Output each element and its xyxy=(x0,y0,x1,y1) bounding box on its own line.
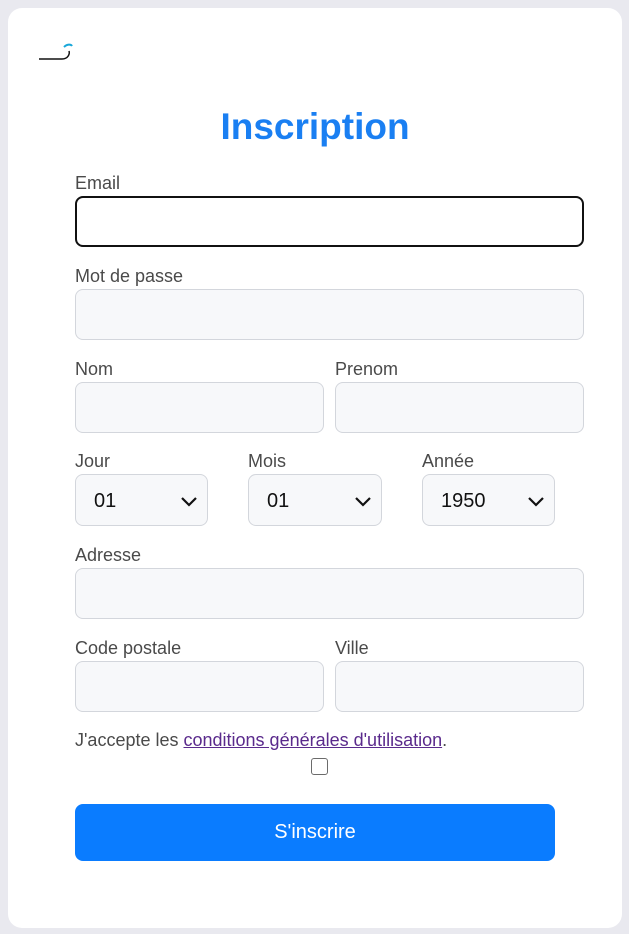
nom-label: Nom xyxy=(75,359,114,379)
adresse-label: Adresse xyxy=(75,545,142,565)
prenom-field[interactable] xyxy=(335,382,584,433)
annee-label: Année xyxy=(422,451,475,471)
nom-field[interactable] xyxy=(75,382,324,433)
terms-prefix: J'accepte les xyxy=(75,730,184,750)
code-postal-label: Code postale xyxy=(75,638,182,658)
terms-text: J'accepte les conditions générales d'uti… xyxy=(75,730,447,751)
annee-value: 1950 xyxy=(441,490,486,512)
terms-suffix: . xyxy=(442,730,448,750)
code-postal-field[interactable] xyxy=(75,661,324,712)
jour-value: 01 xyxy=(94,490,117,512)
adresse-field[interactable] xyxy=(75,568,584,619)
terms-link[interactable]: conditions générales d'utilisation xyxy=(184,730,443,750)
annee-select[interactable]: 1950 xyxy=(422,474,555,526)
ville-label: Ville xyxy=(335,638,369,658)
email-field[interactable] xyxy=(75,196,584,247)
chevron-down-icon xyxy=(355,497,371,507)
ville-field[interactable] xyxy=(335,661,584,712)
jour-label: Jour xyxy=(75,451,111,471)
email-label: Email xyxy=(75,173,121,193)
swoosh-logo-icon xyxy=(39,43,73,60)
password-field[interactable] xyxy=(75,289,584,340)
mois-label: Mois xyxy=(248,451,287,471)
signup-card: Inscription Email Mot de passe Nom Preno… xyxy=(8,8,622,928)
jour-select[interactable]: 01 xyxy=(75,474,208,526)
terms-checkbox[interactable] xyxy=(311,758,328,775)
page-title: Inscription xyxy=(220,106,410,147)
mois-select[interactable]: 01 xyxy=(248,474,382,526)
chevron-down-icon xyxy=(181,497,197,507)
mois-value: 01 xyxy=(267,490,290,512)
prenom-label: Prenom xyxy=(335,359,399,379)
signup-button[interactable]: S'inscrire xyxy=(75,804,555,861)
chevron-down-icon xyxy=(528,497,544,507)
password-label: Mot de passe xyxy=(75,266,184,286)
